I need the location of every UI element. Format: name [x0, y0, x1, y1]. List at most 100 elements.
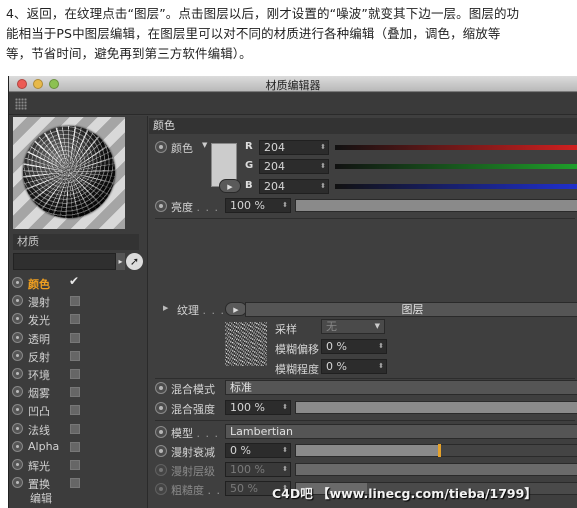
divider: [155, 218, 575, 219]
channel-checkbox[interactable]: [70, 459, 80, 470]
texture-menu-icon[interactable]: ▶: [225, 302, 247, 316]
brightness-text: 亮度: [171, 201, 193, 214]
noise-thumbnail[interactable]: [225, 322, 267, 366]
radio-icon[interactable]: [12, 313, 23, 325]
checkmark-icon[interactable]: ✔: [69, 274, 79, 288]
spinner-icon[interactable]: ⬍: [282, 463, 288, 476]
channel-checkbox[interactable]: [70, 478, 80, 489]
g-slider[interactable]: [335, 164, 577, 169]
radio-icon[interactable]: [12, 440, 23, 452]
spinner-icon[interactable]: ⬍: [282, 401, 288, 414]
roughness-text: 粗糙度: [171, 484, 204, 497]
channel-checkbox[interactable]: [70, 441, 80, 452]
sampling-dropdown[interactable]: 无 ▼: [321, 319, 385, 334]
texture-text: 纹理: [177, 304, 199, 317]
triangle-down-icon[interactable]: ▼: [202, 141, 207, 149]
diffuse-falloff-slider[interactable]: [295, 444, 577, 457]
radio-icon[interactable]: [12, 386, 23, 398]
radio-icon[interactable]: [12, 349, 23, 361]
channel-checkbox[interactable]: [70, 350, 80, 361]
roughness-label: 粗糙度 . . .: [171, 482, 230, 498]
diffuse-level-field[interactable]: 100 % ⬍: [225, 462, 291, 477]
radio-icon[interactable]: [12, 422, 23, 434]
radio-icon[interactable]: [12, 458, 23, 470]
g-value-field[interactable]: 204 ⬍: [259, 159, 329, 174]
spinner-icon[interactable]: ⬍: [282, 199, 288, 212]
channel-bump[interactable]: 凹凸: [11, 401, 141, 419]
radio-icon[interactable]: [12, 367, 23, 379]
radio-icon[interactable]: [12, 295, 23, 307]
mix-strength-label: 混合强度: [171, 403, 215, 416]
spinner-icon[interactable]: ⬍: [320, 160, 326, 173]
channel-glow[interactable]: 辉光: [11, 456, 141, 474]
channel-diffuse[interactable]: 漫射: [11, 292, 141, 310]
b-slider[interactable]: [335, 184, 577, 189]
spinner-icon[interactable]: ⬍: [320, 180, 326, 193]
radio-icon[interactable]: [155, 464, 167, 476]
channel-checkbox[interactable]: [70, 423, 80, 434]
article-line-1: 4、返回，在纹理点击“图层”。点击图层以后，刚才设置的“噪波”就变其下边一层。图…: [6, 6, 520, 21]
blur-amount-field[interactable]: 0 % ⬍: [321, 359, 387, 374]
channel-fog[interactable]: 烟雾: [11, 383, 141, 401]
triangle-right-icon[interactable]: ▶: [163, 304, 168, 312]
channel-checkbox[interactable]: [70, 368, 80, 379]
pick-arrow-icon[interactable]: ➚: [126, 253, 143, 270]
mix-mode-dropdown[interactable]: 标准: [225, 380, 577, 395]
channel-luminance[interactable]: 发光: [11, 310, 141, 328]
brightness-slider[interactable]: [295, 199, 577, 212]
material-name-field[interactable]: [13, 253, 116, 270]
article-line-3: 等，节省时间，避免再到第三方软件编辑）。: [6, 46, 252, 61]
radio-icon[interactable]: [155, 445, 167, 457]
slider-fill: [296, 445, 438, 456]
chevron-right-icon[interactable]: ▸: [116, 253, 125, 270]
radio-icon[interactable]: [155, 402, 167, 414]
spinner-icon[interactable]: ⬍: [282, 444, 288, 457]
channel-checkbox[interactable]: [70, 387, 80, 398]
channel-environment[interactable]: 环境: [11, 365, 141, 383]
play-icon[interactable]: ▶: [219, 179, 241, 193]
radio-icon[interactable]: [155, 426, 167, 438]
b-value-field[interactable]: 204 ⬍: [259, 179, 329, 194]
radio-icon[interactable]: [155, 141, 167, 153]
toolbar: [9, 93, 577, 115]
material-preview[interactable]: [13, 117, 125, 229]
channel-normal[interactable]: 法线: [11, 420, 141, 438]
radio-icon[interactable]: [12, 404, 23, 416]
channel-color[interactable]: 颜色 ✔: [11, 274, 141, 292]
channel-label: 透明: [28, 332, 50, 346]
mix-strength-slider[interactable]: [295, 401, 577, 414]
radio-icon[interactable]: [12, 331, 23, 343]
grip-icon[interactable]: [15, 98, 27, 110]
channel-alpha[interactable]: Alpha: [11, 438, 141, 456]
mix-strength-field[interactable]: 100 % ⬍: [225, 400, 291, 415]
radio-icon[interactable]: [155, 382, 167, 394]
edit-label: 编辑: [30, 492, 52, 505]
radio-icon[interactable]: [155, 483, 167, 495]
r-value: 204: [264, 141, 285, 154]
channel-transparency[interactable]: 透明: [11, 329, 141, 347]
spinner-icon[interactable]: ⬍: [320, 141, 326, 154]
model-dropdown[interactable]: Lambertian: [225, 424, 577, 439]
blur-offset-field[interactable]: 0 % ⬍: [321, 339, 387, 354]
channel-checkbox[interactable]: [70, 314, 80, 325]
spinner-icon[interactable]: ⬍: [378, 340, 384, 353]
diffuse-falloff-field[interactable]: 0 % ⬍: [225, 443, 291, 458]
channel-checkbox[interactable]: [70, 332, 80, 343]
channel-checkbox[interactable]: [70, 405, 80, 416]
spinner-icon[interactable]: ⬍: [378, 360, 384, 373]
channel-checkbox[interactable]: [70, 296, 80, 307]
layer-button[interactable]: 图层: [245, 302, 577, 317]
channel-label: 法线: [28, 423, 50, 437]
radio-icon[interactable]: [12, 277, 23, 288]
radio-icon[interactable]: [155, 200, 167, 212]
brightness-value: 100 %: [230, 199, 265, 212]
sampling-label: 采样: [275, 323, 297, 336]
diffuse-level-slider[interactable]: [295, 463, 577, 476]
channel-reflection[interactable]: 反射: [11, 347, 141, 365]
radio-icon[interactable]: [12, 477, 23, 489]
r-value-field[interactable]: 204 ⬍: [259, 140, 329, 155]
r-slider[interactable]: [335, 145, 577, 150]
slider-handle[interactable]: [437, 444, 441, 457]
brightness-field[interactable]: 100 % ⬍: [225, 198, 291, 213]
article-text: 4、返回，在纹理点击“图层”。点击图层以后，刚才设置的“噪波”就变其下边一层。图…: [6, 4, 574, 64]
